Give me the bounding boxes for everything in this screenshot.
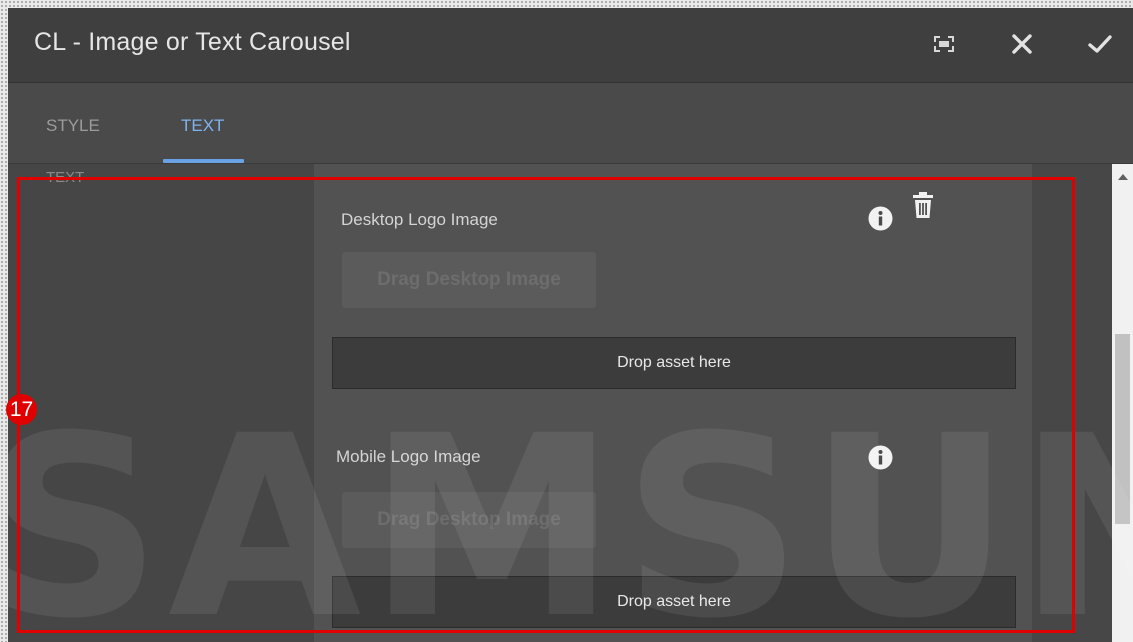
step-number-badge: 17 <box>6 394 37 425</box>
active-tab-indicator <box>163 159 244 163</box>
dialog-titlebar: CL - Image or Text Carousel <box>8 8 1133 83</box>
scroll-thumb[interactable] <box>1115 334 1130 524</box>
info-icon[interactable] <box>868 445 893 470</box>
mobile-logo-label: Mobile Logo Image <box>336 447 481 466</box>
panel-gutter <box>1032 164 1112 642</box>
fullscreen-button[interactable] <box>926 26 962 62</box>
drag-desktop-image-button[interactable]: Drag Desktop Image <box>342 252 596 308</box>
scroll-up-arrow-icon[interactable] <box>1118 174 1128 180</box>
dialog-title: CL - Image or Text Carousel <box>34 28 351 56</box>
fullscreen-icon <box>934 36 954 52</box>
close-button[interactable] <box>1004 26 1040 62</box>
tab-bar: STYLE TEXT <box>8 83 1133 164</box>
info-icon[interactable] <box>868 206 893 231</box>
check-icon <box>1088 35 1112 53</box>
close-icon <box>1012 34 1032 54</box>
confirm-button[interactable] <box>1082 26 1118 62</box>
tab-style[interactable]: STYLE <box>46 116 100 136</box>
drop-zone[interactable]: Drop asset here <box>332 576 1016 628</box>
multifield-panel: Desktop Logo Image Drag Desktop Image Dr… <box>314 164 1032 642</box>
section-label: TEXT <box>46 170 85 182</box>
tab-text[interactable]: TEXT <box>181 116 224 136</box>
drop-zone[interactable]: Drop asset here <box>332 337 1016 389</box>
drag-mobile-image-button[interactable]: Drag Desktop Image <box>342 492 596 548</box>
desktop-logo-label: Desktop Logo Image <box>341 210 498 229</box>
vertical-scrollbar[interactable] <box>1112 164 1133 642</box>
dialog-content: TEXT Desktop Logo Image Drag Desktop Ima… <box>8 164 1133 642</box>
carousel-dialog: CL - Image or Text Carousel STYLE TEXT T… <box>8 8 1133 642</box>
trash-icon[interactable] <box>911 192 935 220</box>
left-column: TEXT <box>8 164 314 642</box>
